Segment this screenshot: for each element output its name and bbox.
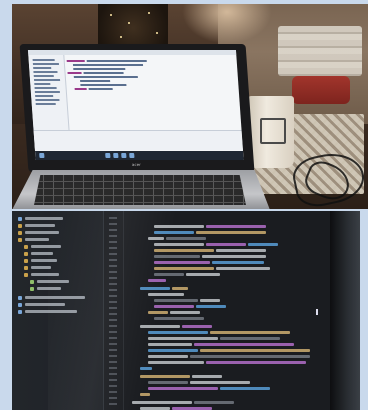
code-token: [190, 355, 310, 358]
dark-ide-photo: [12, 211, 360, 410]
ide-console: [33, 130, 243, 150]
code-token: [206, 243, 246, 246]
code-token: [200, 349, 310, 352]
code-token: [194, 401, 234, 404]
code-token: [190, 381, 250, 384]
code-token: [216, 249, 266, 252]
code-token: [210, 331, 290, 334]
lamp-glow: [182, 4, 272, 44]
laptop-screen: [27, 50, 244, 160]
code-token: [196, 231, 266, 234]
keyboard-rows: [34, 175, 246, 205]
fabric-stack: [278, 26, 362, 76]
code-token: [202, 255, 266, 258]
code-token: [212, 261, 264, 264]
laptop-brand: acer: [131, 162, 141, 167]
photo-collage: acer: [0, 0, 368, 410]
code-token: [206, 225, 266, 228]
monitor-edge: [330, 211, 360, 410]
red-fabric: [292, 76, 350, 104]
code-token: [206, 361, 306, 364]
text-cursor-icon: [316, 309, 318, 315]
code-token: [196, 305, 226, 308]
code-token: [220, 387, 270, 390]
laptop-icon: acer: [19, 44, 255, 172]
laptop-photo: acer: [12, 4, 368, 209]
ide-code-area: [66, 58, 240, 128]
code-token: [194, 343, 294, 346]
code-token: [200, 299, 220, 302]
code-token: [248, 243, 278, 246]
code-token: [216, 267, 270, 270]
code-token: [220, 337, 280, 340]
screen-glare: [48, 211, 198, 410]
os-taskbar: [35, 151, 244, 160]
cup-icon: [248, 96, 294, 168]
